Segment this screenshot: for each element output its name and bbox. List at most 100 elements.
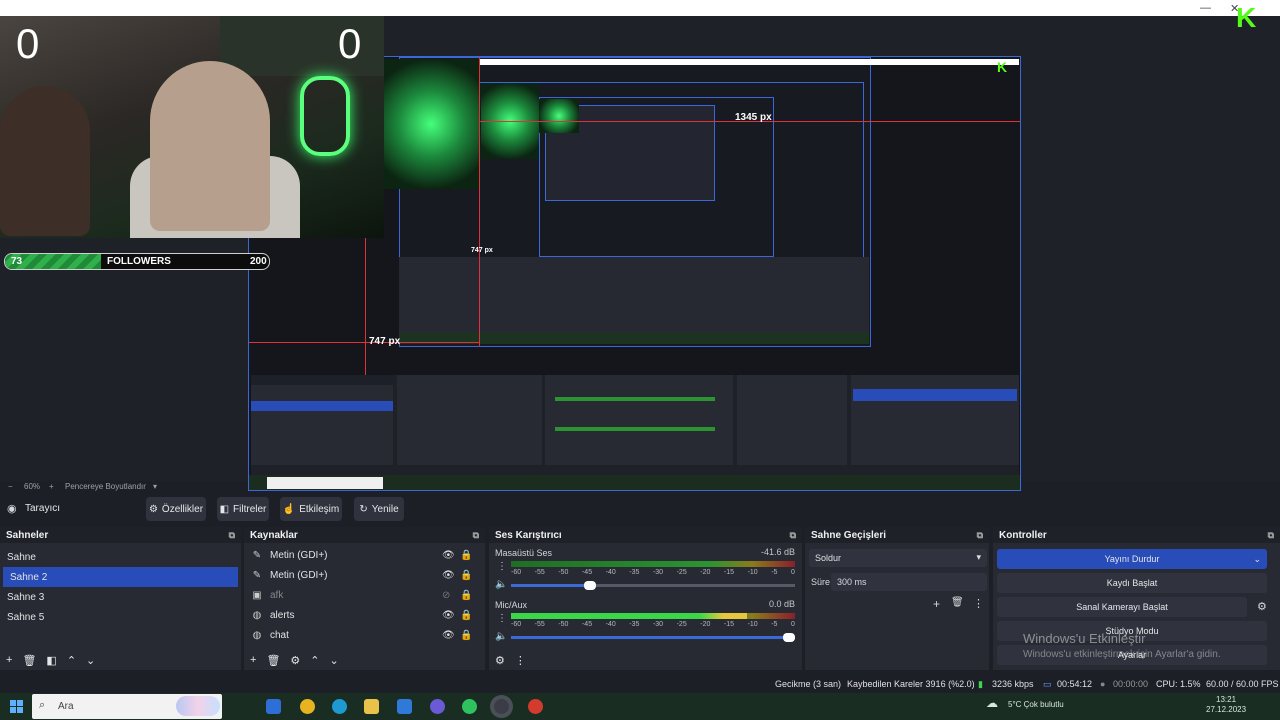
- transitions-dock: Sahne Geçişleri ⧉ Soldur ▾ Süre 300 ms +…: [805, 527, 989, 670]
- folder-icon[interactable]: [364, 699, 379, 714]
- zoom-in-button[interactable]: +: [49, 482, 54, 491]
- undock-icon[interactable]: ⧉: [977, 530, 983, 541]
- chevron-down-icon[interactable]: ⌄: [86, 654, 95, 667]
- channel-menu-icon[interactable]: ⋮: [497, 613, 507, 624]
- filter-icon[interactable]: ◧: [46, 654, 56, 667]
- speaker-icon[interactable]: 🔈: [495, 631, 507, 642]
- mail-icon[interactable]: [397, 699, 412, 714]
- zoom-dropdown-arrow[interactable]: ▾: [153, 482, 157, 491]
- trash-icon[interactable]: 🗑: [266, 654, 280, 667]
- add-icon[interactable]: +: [6, 654, 12, 666]
- chevron-down-icon[interactable]: ⌄: [1253, 554, 1261, 565]
- gear-icon[interactable]: ⚙: [290, 654, 300, 667]
- discord-icon[interactable]: [430, 699, 445, 714]
- scene-item[interactable]: Sahne: [0, 547, 241, 567]
- delay-status: Gecikme (3 san): [775, 679, 842, 689]
- obs-icon[interactable]: [494, 699, 509, 714]
- chevron-down-icon[interactable]: ⌄: [330, 654, 339, 667]
- bitrate: 3236 kbps: [992, 679, 1034, 689]
- weather-text[interactable]: 5°C Çok bulutlu: [1008, 700, 1064, 709]
- more-icon[interactable]: ⋮: [973, 597, 984, 610]
- source-item[interactable]: ◍ chat 👁 🔒: [244, 625, 485, 645]
- kick-logo: K: [1236, 2, 1257, 33]
- tray-date[interactable]: 27.12.2023: [1206, 705, 1246, 714]
- source-item[interactable]: ✎ Metin (GDI+) 👁 🔒: [244, 565, 485, 585]
- meter-ticks: -60 -55 -50 -45 -40 -35 -30 -25 -20 -15 -10 -5 0: [511, 569, 795, 576]
- slider-knob[interactable]: [584, 581, 596, 590]
- undock-icon[interactable]: ⧉: [473, 530, 479, 541]
- lock-icon[interactable]: 🔒: [460, 550, 472, 561]
- nested-transitions: [737, 375, 847, 465]
- eye-icon[interactable]: 👁: [442, 610, 455, 621]
- scenes-dock: Sahneler ⧉ Sahne Sahne 2 Sahne 3 Sahne 5…: [0, 527, 241, 670]
- duration-input[interactable]: 300 ms: [831, 573, 987, 591]
- trash-icon[interactable]: 🗑: [22, 654, 36, 667]
- eye-icon[interactable]: 👁: [442, 550, 455, 561]
- refresh-button[interactable]: ↻ Yenile: [354, 497, 404, 521]
- chevron-up-icon[interactable]: ⌃: [310, 654, 319, 667]
- weather-icon[interactable]: ☁: [986, 696, 998, 710]
- gear-icon[interactable]: ⚙: [1257, 600, 1267, 613]
- chrome-canary-icon[interactable]: [300, 699, 315, 714]
- lock-icon[interactable]: 🔒: [460, 630, 472, 641]
- preview-area[interactable]: 1345 px 747 px 747 px K 0 0 K 73 FOLLOWE…: [0, 2, 1280, 491]
- undock-icon[interactable]: ⧉: [229, 530, 235, 541]
- properties-button[interactable]: ⚙ Özellikler: [146, 497, 206, 521]
- transitions-title: Sahne Geçişleri: [811, 529, 887, 541]
- guide-line-horizontal-2: [249, 342, 479, 343]
- lock-icon[interactable]: 🔒: [460, 570, 472, 581]
- add-icon[interactable]: +: [933, 597, 940, 611]
- edge-icon[interactable]: [332, 699, 347, 714]
- more-icon[interactable]: ⋮: [515, 654, 526, 667]
- undock-icon[interactable]: ⧉: [790, 530, 796, 541]
- store-icon[interactable]: [266, 699, 281, 714]
- zoom-value: 60%: [24, 482, 41, 491]
- mixer-channel-desktop: Masaüstü Ses -41.6 dB ⋮ -60 -55 -50 -45 -40-…: [495, 547, 795, 593]
- windows-taskbar: ⌕ Ara ☁ 5°C Çok bulutlu 13:21 27.12.2023: [0, 693, 1280, 720]
- tray-time[interactable]: 13:21: [1216, 695, 1236, 704]
- slider-knob[interactable]: [783, 633, 795, 642]
- transition-select[interactable]: Soldur ▾: [809, 549, 987, 567]
- scene-item-selected[interactable]: Sahne 2: [3, 567, 238, 587]
- interact-button[interactable]: ☝ Etkileşim: [280, 497, 342, 521]
- minimize-button[interactable]: —: [1200, 2, 1211, 14]
- source-item[interactable]: ◍ alerts 👁 🔒: [244, 605, 485, 625]
- chrome-icon[interactable]: [528, 699, 543, 714]
- channel-name: Masaüstü Ses: [495, 548, 553, 558]
- mixer-footer: ⚙ ⋮: [489, 650, 802, 670]
- person-left: [0, 86, 90, 236]
- speaker-icon[interactable]: 🔈: [495, 579, 507, 590]
- source-item[interactable]: ✎ Metin (GDI+) 👁 🔒: [244, 545, 485, 565]
- eye-hidden-icon[interactable]: ⊘: [442, 590, 450, 601]
- windows-start-icon[interactable]: [10, 700, 23, 713]
- add-icon[interactable]: +: [250, 654, 256, 666]
- volume-slider[interactable]: [511, 581, 795, 590]
- channel-menu-icon[interactable]: ⋮: [497, 561, 507, 572]
- status-bar: Gecikme (3 san) Kaybedilen Kareler 3916 …: [0, 675, 1280, 693]
- gear-icon[interactable]: ⚙: [495, 654, 505, 667]
- taskbar-search[interactable]: ⌕ Ara: [32, 694, 222, 719]
- zoom-out-button[interactable]: −: [8, 482, 13, 491]
- source-item[interactable]: ▣ afk ⊘ 🔒: [244, 585, 485, 605]
- undock-icon[interactable]: ⧉: [1268, 530, 1274, 541]
- scene-item[interactable]: Sahne 5: [0, 607, 241, 627]
- fit-to-window[interactable]: Pencereye Boyutlandır: [65, 482, 146, 491]
- eye-icon[interactable]: 👁: [442, 570, 455, 581]
- scene-item[interactable]: Sahne 3: [0, 587, 241, 607]
- hand-icon: ☝: [282, 503, 296, 515]
- volume-slider[interactable]: [511, 633, 795, 642]
- start-virtualcam-button[interactable]: Sanal Kamerayı Başlat: [997, 597, 1247, 617]
- start-recording-button[interactable]: Kaydı Başlat: [997, 573, 1267, 593]
- inner-height-label: 747 px: [471, 247, 493, 254]
- stop-stream-button[interactable]: Yayını Durdur ⌄: [997, 549, 1267, 569]
- source-toolbar: ◉ Tarayıcı ⚙ Özellikler ◧ Filtreler ☝ Etkil…: [0, 497, 1280, 523]
- trash-icon[interactable]: 🗑: [951, 597, 964, 608]
- eye-icon[interactable]: 👁: [442, 630, 455, 641]
- mixer-header: Ses Karıştırıcı ⧉: [489, 527, 802, 543]
- lock-icon[interactable]: 🔒: [460, 590, 472, 601]
- filters-button[interactable]: ◧ Filtreler: [217, 497, 269, 521]
- chevron-up-icon[interactable]: ⌃: [67, 654, 76, 667]
- volume-meter: [511, 613, 795, 619]
- lock-icon[interactable]: 🔒: [460, 610, 472, 621]
- spotify-icon[interactable]: [462, 699, 477, 714]
